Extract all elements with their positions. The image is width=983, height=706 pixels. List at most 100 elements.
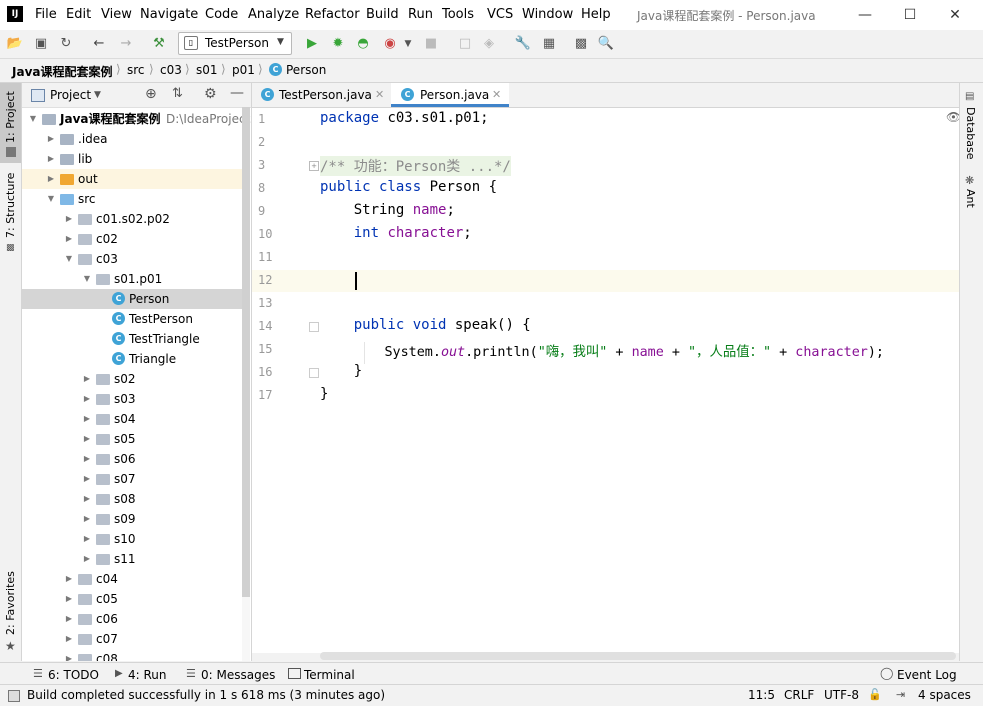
tree-item[interactable]: ▶ s04 [22,409,242,429]
menu-refactor[interactable]: Refactor [305,7,360,22]
expand-arrow-closed-icon[interactable]: ▶ [46,149,56,169]
crumb-src[interactable]: src [127,63,145,77]
expand-arrow-closed-icon[interactable]: ▶ [82,409,92,429]
close-tab-icon[interactable]: ✕ [492,83,501,107]
menu-tools[interactable]: Tools [442,7,474,22]
menu-navigate[interactable]: Navigate [140,7,198,22]
tree-item[interactable]: ▶ s08 [22,489,242,509]
project-structure-icon[interactable]: ▦ [540,35,558,53]
fold-collapse-icon[interactable] [309,322,319,332]
expand-arrow-open-icon[interactable]: ▼ [82,269,92,289]
status-message[interactable]: Build completed successfully in 1 s 618 … [27,688,385,702]
settings-wrench-icon[interactable]: 🔧 [514,35,532,53]
expand-arrow-closed-icon[interactable]: ▶ [82,389,92,409]
project-tool-tab[interactable]: 1: Project [4,91,17,143]
tree-item[interactable]: ▶ c05 [22,589,242,609]
tree-item[interactable]: ▼ c03 [22,249,242,269]
coverage-icon[interactable]: ◓ [354,35,372,53]
hide-panel-icon[interactable]: — [230,85,244,101]
tree-item[interactable]: ▶ s06 [22,449,242,469]
sync-icon[interactable]: ↻ [57,35,75,53]
expand-arrow-closed-icon[interactable]: ▶ [64,229,74,249]
chevron-down-icon[interactable]: ▼ [94,90,101,100]
close-tab-icon[interactable]: ✕ [375,83,384,107]
ant-tool-tab[interactable]: Ant [964,189,977,208]
forward-arrow-icon[interactable]: → [117,35,135,53]
close-window-icon[interactable]: ✕ [933,3,977,27]
structure-tool-tab[interactable]: 7: Structure [4,173,17,238]
lock-icon[interactable]: 🔓 [868,688,882,701]
menu-build[interactable]: Build [366,7,399,22]
expand-arrow-closed-icon[interactable]: ▶ [64,649,74,661]
terminal-tool-tab[interactable]: Terminal [304,668,355,682]
expand-arrow-closed-icon[interactable]: ▶ [46,169,56,189]
project-view-title[interactable]: Project [50,88,91,102]
tree-item[interactable]: ▶ c01.s02.p02 [22,209,242,229]
project-scrollbar-thumb[interactable] [242,107,250,597]
tree-item[interactable]: ▼ Java课程配套案例 D:\IdeaProjects [22,109,251,129]
expand-arrow-closed-icon[interactable]: ▶ [82,489,92,509]
fold-expand-icon[interactable]: + [309,161,319,171]
crumb-person[interactable]: Person [286,63,326,77]
expand-arrow-closed-icon[interactable]: ▶ [46,129,56,149]
crumb-s01[interactable]: s01 [196,63,218,77]
indent-setting[interactable]: 4 spaces [918,688,971,702]
tree-item[interactable]: ▶ s09 [22,509,242,529]
file-encoding[interactable]: UTF-8 [824,688,859,702]
terminal-window-icon[interactable]: ▩ [572,35,590,53]
expand-arrow-closed-icon[interactable]: ▶ [64,589,74,609]
menu-view[interactable]: View [101,7,132,22]
run-configuration-select[interactable]: ▯ TestPerson ▼ [178,32,292,55]
tree-item[interactable]: C TestPerson [22,309,242,329]
debug-icon[interactable]: ✹ [329,35,347,53]
search-icon[interactable]: 🔍 [597,35,615,53]
attach-icon[interactable]: □ [456,35,474,53]
tree-item[interactable]: ▼ src [22,189,242,209]
expand-arrow-open-icon[interactable]: ▼ [64,249,74,269]
collapse-all-icon[interactable]: ⇅ [172,86,183,101]
expand-arrow-closed-icon[interactable]: ▶ [64,569,74,589]
back-arrow-icon[interactable]: ← [90,35,108,53]
tree-item[interactable]: C TestTriangle [22,329,242,349]
tab-person[interactable]: C Person.java ✕ [391,83,509,107]
run-icon[interactable]: ▶ [303,35,321,53]
tree-item[interactable]: ▶ s03 [22,389,242,409]
status-toggle-icon[interactable] [8,690,20,702]
expand-arrow-closed-icon[interactable]: ▶ [82,529,92,549]
expand-arrow-closed-icon[interactable]: ▶ [82,429,92,449]
expand-arrow-closed-icon[interactable]: ▶ [82,369,92,389]
tree-item[interactable]: ▶ c08 [22,649,242,661]
expand-arrow-closed-icon[interactable]: ▶ [64,629,74,649]
tree-item[interactable]: ▶ s10 [22,529,242,549]
menu-vcs[interactable]: VCS [487,7,513,22]
expand-arrow-closed-icon[interactable]: ▶ [82,469,92,489]
gear-icon[interactable]: ⚙ [204,86,217,102]
tree-item[interactable]: ▼ s01.p01 [22,269,242,289]
expand-arrow-closed-icon[interactable]: ▶ [82,509,92,529]
menu-code[interactable]: Code [205,7,238,22]
menu-file[interactable]: File [35,7,57,22]
menu-window[interactable]: Window [522,7,573,22]
tree-item[interactable]: C Person [22,289,242,309]
tree-item[interactable]: ▶ c07 [22,629,242,649]
tree-item[interactable]: ▶ c06 [22,609,242,629]
expand-arrow-open-icon[interactable]: ▼ [28,109,38,129]
todo-tool-tab[interactable]: 6: TODO [48,668,99,682]
expand-arrow-closed-icon[interactable]: ▶ [82,449,92,469]
caret-position[interactable]: 11:5 [748,688,775,702]
line-separator[interactable]: CRLF [784,688,814,702]
menu-run[interactable]: Run [408,7,433,22]
tree-item[interactable]: ▶ s07 [22,469,242,489]
tree-item[interactable]: ▶ .idea [22,129,242,149]
tree-item[interactable]: ▶ out [22,169,242,189]
locate-target-icon[interactable]: ⊕ [145,86,157,102]
tree-item[interactable]: ▶ c04 [22,569,242,589]
menu-help[interactable]: Help [581,7,611,22]
crumb-project[interactable]: Java课程配套案例 [12,63,112,80]
crumb-p01[interactable]: p01 [232,63,255,77]
save-icon[interactable]: ▣ [32,35,50,53]
tree-item[interactable]: ▶ s02 [22,369,242,389]
event-log-tool-tab[interactable]: Event Log [897,668,957,682]
favorites-tool-tab[interactable]: 2: Favorites [4,571,17,635]
database-tool-tab[interactable]: Database [964,107,977,160]
